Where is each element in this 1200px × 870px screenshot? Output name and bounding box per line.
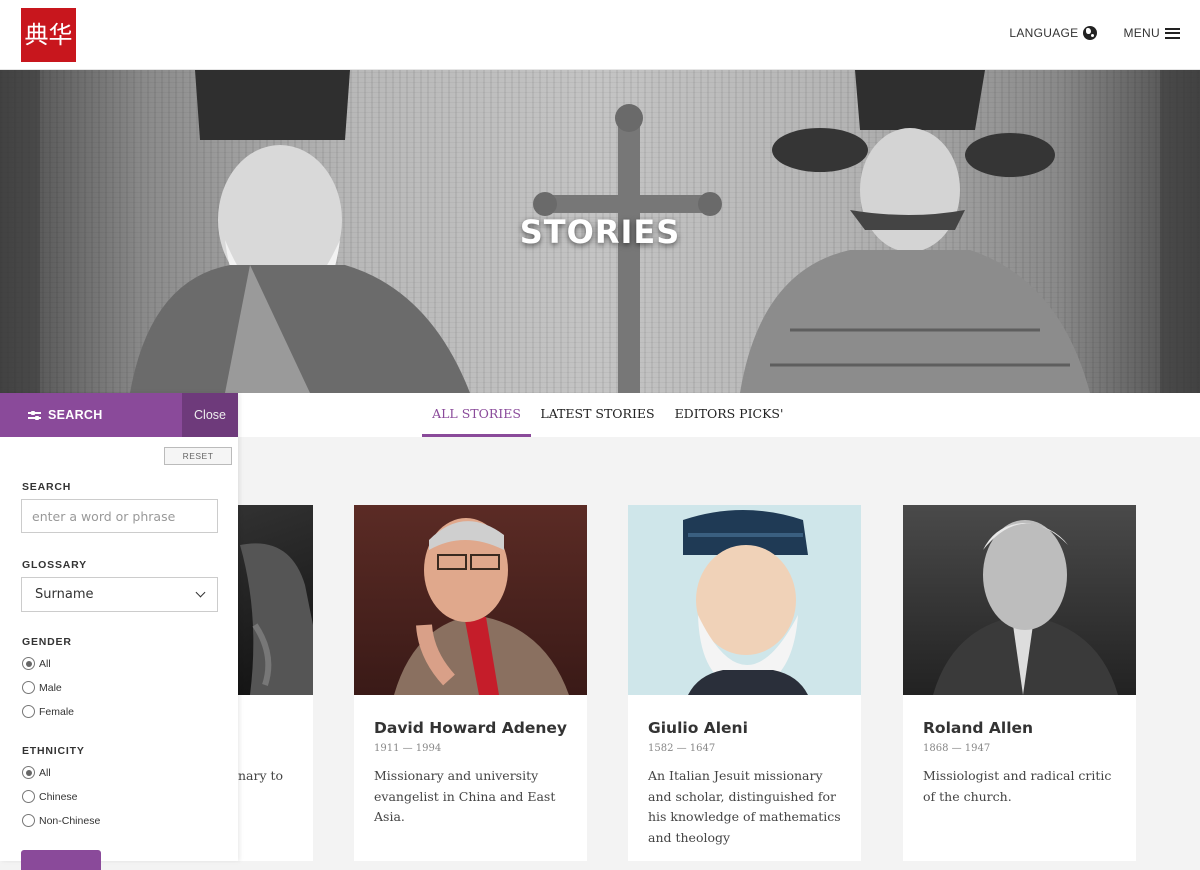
card-portrait [628,505,861,695]
story-card[interactable]: Giulio Aleni 1582 — 1647 An Italian Jesu… [628,505,861,861]
card-description: nary to [238,768,284,783]
story-card[interactable]: Roland Allen 1868 — 1947 Missiologist an… [903,505,1136,861]
radio-icon [22,814,35,827]
globe-icon [1083,26,1098,40]
tab-all-stories[interactable]: ALL STORIES [422,393,531,437]
card-portrait [903,505,1136,695]
language-label: LANGUAGE [1009,26,1079,40]
glossary-select[interactable]: Surname [21,577,218,612]
hero-banner: STORIES [0,70,1200,393]
search-input[interactable] [21,499,218,533]
radio-icon [22,790,35,803]
language-button[interactable]: LANGUAGE [1009,26,1098,40]
card-name: David Howard Adeney [374,719,568,737]
menu-button[interactable]: MENU [1123,26,1180,40]
gender-option-female[interactable]: Female [22,705,74,718]
filter-sliders-icon [28,410,41,421]
gender-option-male[interactable]: Male [22,681,62,694]
card-dates: 1582 — 1647 [648,743,716,754]
radio-label: All [39,766,51,779]
reset-button[interactable]: RESET [164,447,232,465]
hamburger-icon [1165,27,1180,39]
close-button[interactable]: Close [182,393,238,437]
radio-label: Male [39,681,62,694]
tab-editors-picks[interactable]: EDITORS PICKS' [674,393,784,437]
card-description: Missiologist and radical critic of the c… [923,768,1112,804]
radio-label: Chinese [39,790,78,803]
sidebar-title: SEARCH [28,408,103,422]
story-card[interactable]: David Howard Adeney 1911 — 1994 Missiona… [354,505,587,861]
page-title: STORIES [519,213,681,251]
card-description: Missionary and university evangelist in … [374,768,556,824]
card-name: Giulio Aleni [648,719,748,737]
radio-selected-icon [22,766,35,779]
apply-button[interactable] [21,850,101,870]
card-dates: 1911 — 1994 [374,743,442,754]
ethnicity-label: ETHNICITY [22,745,85,757]
gender-option-all[interactable]: All [22,657,51,670]
radio-icon [22,705,35,718]
ethnicity-option-all[interactable]: All [22,766,51,779]
search-label: SEARCH [22,481,72,493]
sidebar-header: SEARCH Close [0,393,238,437]
card-name: Roland Allen [923,719,1034,737]
site-logo[interactable]: 典华 [21,8,76,62]
card-dates: 1868 — 1947 [923,743,991,754]
card-portrait [354,505,587,695]
radio-selected-icon [22,657,35,670]
ethnicity-option-chinese[interactable]: Chinese [22,790,78,803]
search-sidebar: SEARCH Close RESET SEARCH GLOSSARY Surna… [0,393,238,870]
ethnicity-option-non-chinese[interactable]: Non-Chinese [22,814,100,827]
tab-latest-stories[interactable]: LATEST STORIES [540,393,655,437]
radio-icon [22,681,35,694]
radio-label: Non-Chinese [39,814,101,827]
menu-label: MENU [1123,26,1160,40]
radio-label: All [39,657,51,670]
header-nav: LANGUAGE MENU [1009,26,1180,40]
glossary-selected-value: Surname [35,587,94,602]
glossary-label: GLOSSARY [22,559,87,571]
top-bar: 典华 LANGUAGE MENU [0,0,1200,70]
card-description: An Italian Jesuit missionary and scholar… [648,768,841,845]
radio-label: Female [39,705,75,718]
chevron-down-icon [195,587,206,598]
logo-text: 典华 [24,21,73,49]
sidebar-title-label: SEARCH [48,408,103,422]
gender-label: GENDER [22,636,72,648]
